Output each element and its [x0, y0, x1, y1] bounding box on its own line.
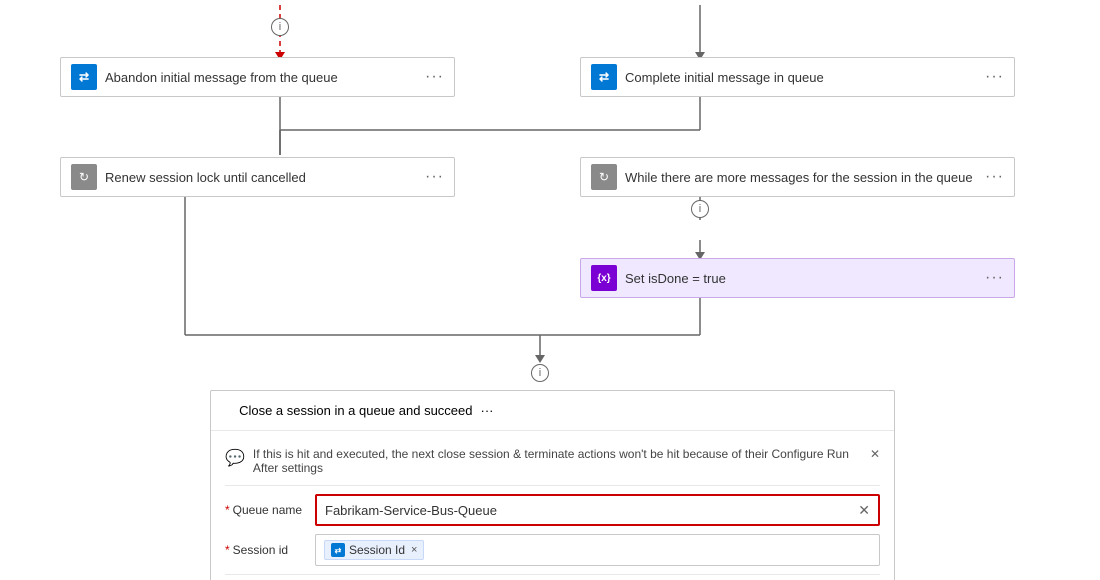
queue-label-text: Queue name: [233, 503, 302, 517]
queue-name-clear-btn[interactable]: ✕: [858, 502, 870, 519]
while-more-btn[interactable]: ···: [985, 168, 1004, 186]
queue-name-input[interactable]: Fabrikam-Service-Bus-Queue ✕: [315, 494, 880, 526]
close-session-header: ⇄ Close a session in a queue and succeed…: [211, 391, 894, 431]
session-id-tag: ⇄ Session Id ×: [324, 540, 424, 560]
connection-footer: Connected to Fabrikam-Service-Bus-Connec…: [225, 574, 880, 580]
while-icon-box: ↻: [591, 164, 617, 190]
info-circle-top-abandon: i: [271, 18, 289, 36]
setisdone-more-btn[interactable]: ···: [985, 269, 1004, 287]
complete-service-icon: ⇄: [599, 70, 609, 84]
renew-icon: ↻: [79, 170, 89, 184]
session-tag-inner-icon: ⇄: [335, 546, 342, 555]
session-tag-close-btn[interactable]: ×: [411, 544, 417, 556]
set-isdone-card: {x} Set isDone = true ···: [580, 258, 1015, 298]
renew-card: ↻ Renew session lock until cancelled ···: [60, 157, 455, 197]
info-icon-close: i: [539, 367, 541, 379]
while-label: While there are more messages for the se…: [625, 170, 977, 185]
session-id-input[interactable]: ⇄ Session Id ×: [315, 534, 880, 566]
queue-name-row: *Queue name Fabrikam-Service-Bus-Queue ✕: [225, 494, 880, 526]
abandon-service-icon: ⇄: [79, 70, 89, 84]
session-tag-icon: ⇄: [331, 543, 345, 557]
close-session-label: Close a session in a queue and succeed: [239, 403, 472, 418]
info-circle-while: i: [691, 200, 709, 218]
info-circle-close: i: [531, 364, 549, 382]
setisdone-icon: {x}: [597, 273, 610, 284]
banner-close-btn[interactable]: ✕: [870, 447, 880, 461]
session-tag-label: Session Id: [349, 543, 405, 557]
close-session-icon-box: ⇄: [221, 403, 231, 418]
renew-label: Renew session lock until cancelled: [105, 170, 417, 185]
session-id-label: *Session id: [225, 543, 315, 557]
info-icon-while: i: [699, 203, 701, 215]
setisdone-icon-box: {x}: [591, 265, 617, 291]
while-card: ↻ While there are more messages for the …: [580, 157, 1015, 197]
close-session-service-icon: ⇄: [221, 404, 231, 418]
required-star-queue: *: [225, 503, 230, 517]
session-id-row: *Session id ⇄ Session Id ×: [225, 534, 880, 566]
required-star-session: *: [225, 543, 230, 557]
banner-text: If this is hit and executed, the next cl…: [253, 447, 862, 475]
complete-card: ⇄ Complete initial message in queue ···: [580, 57, 1015, 97]
abandon-card: ⇄ Abandon initial message from the queue…: [60, 57, 455, 97]
complete-more-btn[interactable]: ···: [985, 68, 1004, 86]
complete-label: Complete initial message in queue: [625, 70, 977, 85]
close-session-body: 💬 If this is hit and executed, the next …: [211, 431, 894, 580]
setisdone-label: Set isDone = true: [625, 271, 977, 286]
info-banner: 💬 If this is hit and executed, the next …: [225, 441, 880, 486]
abandon-more-btn[interactable]: ···: [425, 68, 444, 86]
queue-name-value: Fabrikam-Service-Bus-Queue: [325, 503, 497, 518]
info-icon-top-abandon: i: [279, 21, 281, 33]
banner-chat-icon: 💬: [225, 448, 245, 468]
close-session-card: ⇄ Close a session in a queue and succeed…: [210, 390, 895, 580]
session-label-text: Session id: [233, 543, 288, 557]
renew-more-btn[interactable]: ···: [425, 168, 444, 186]
close-session-more-btn[interactable]: ···: [481, 403, 494, 418]
queue-name-label: *Queue name: [225, 503, 315, 517]
while-icon: ↻: [599, 170, 609, 184]
abandon-label: Abandon initial message from the queue: [105, 70, 417, 85]
complete-icon-box: ⇄: [591, 64, 617, 90]
abandon-icon-box: ⇄: [71, 64, 97, 90]
renew-icon-box: ↻: [71, 164, 97, 190]
